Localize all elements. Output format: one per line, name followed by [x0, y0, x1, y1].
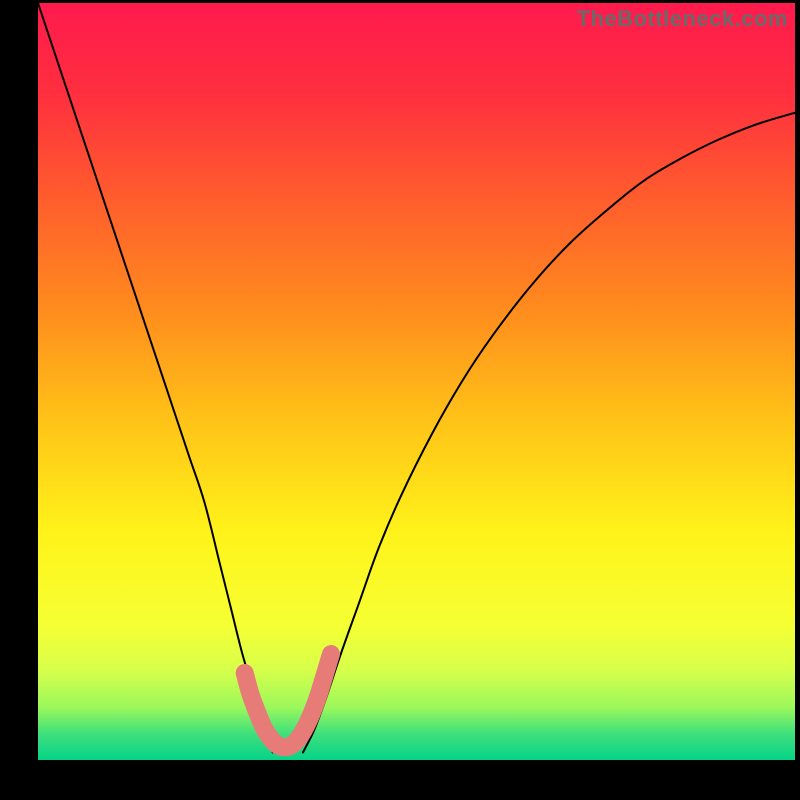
gradient-rect — [38, 3, 795, 760]
watermark-text: TheBottleneck.com — [577, 6, 788, 32]
plot-area — [38, 3, 795, 760]
gradient-background — [38, 3, 795, 760]
chart-stage: TheBottleneck.com — [0, 0, 800, 800]
